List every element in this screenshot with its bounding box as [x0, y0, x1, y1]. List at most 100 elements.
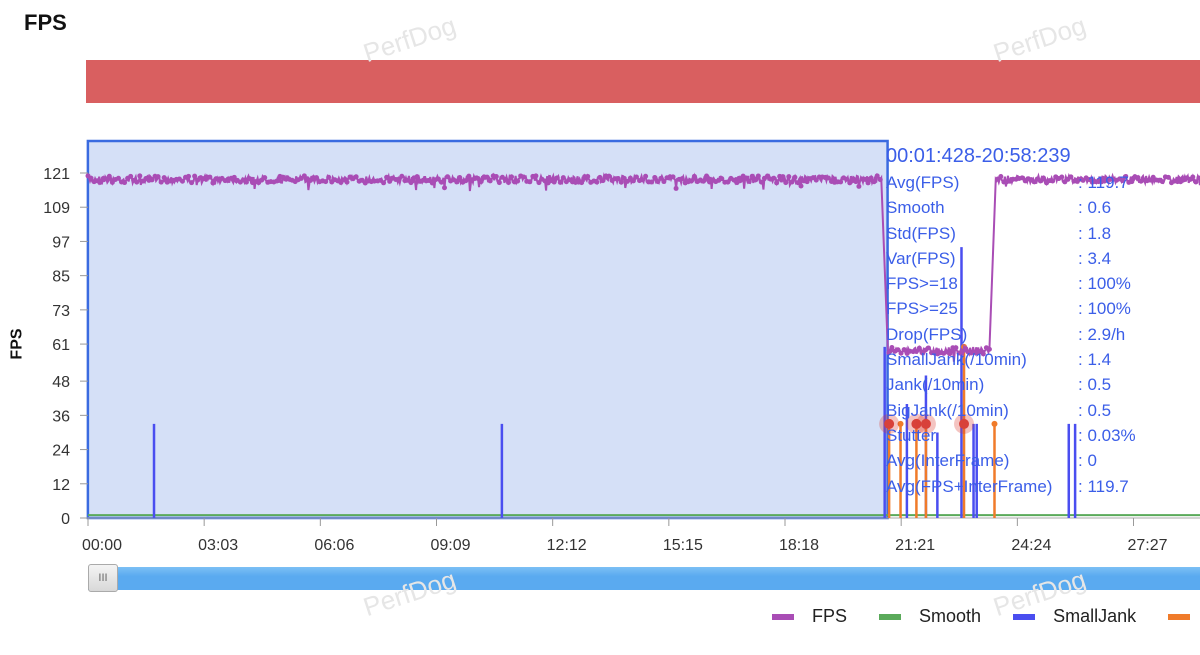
stat-row: Avg(FPS) : 119.7: [886, 170, 1136, 195]
fps-point: [189, 180, 195, 186]
fps-point: [192, 173, 198, 179]
fps-point: [786, 174, 792, 180]
fps-point: [106, 173, 112, 179]
stat-label: FPS>=18: [886, 274, 958, 294]
fps-point: [856, 183, 862, 189]
stat-row: SmallJank(/10min) : 1.4: [886, 347, 1136, 372]
fps-point: [774, 180, 780, 186]
scrollbar-handle[interactable]: III: [88, 564, 118, 592]
fps-point: [606, 173, 612, 179]
y-tick-label: 85: [52, 269, 70, 286]
smooth-swatch-icon: [879, 613, 902, 620]
fps-point: [792, 174, 798, 180]
stat-value: : 119.7: [1078, 476, 1129, 496]
stat-value: : 3.4: [1078, 248, 1112, 268]
fps-point: [414, 174, 420, 180]
stat-row: Var(FPS): 3.4: [886, 246, 1136, 271]
fps-point: [1190, 174, 1196, 180]
fps-point: [314, 175, 320, 181]
stat-label: SmallJank(/10min): [886, 350, 1027, 370]
x-tick-label: 21:21: [895, 537, 935, 554]
fps-point: [557, 179, 563, 185]
stat-label: Stutter: [886, 425, 937, 445]
legend-item-smalljank[interactable]: SmallJank: [1013, 606, 1136, 627]
x-tick-label: 06:06: [314, 537, 354, 554]
stat-label: Avg(FPS): [886, 173, 960, 192]
fps-point: [853, 179, 859, 185]
legend-item-smooth[interactable]: Smooth: [879, 606, 981, 627]
fps-point: [521, 174, 527, 180]
stat-label: Drop(FPS): [886, 324, 968, 344]
fps-point: [323, 179, 329, 185]
fps-point: [122, 180, 128, 186]
stat-label: Avg(InterFrame): [886, 451, 1010, 471]
fps-point: [789, 179, 795, 185]
stat-label: Avg(FPS+InterFrame): [886, 476, 1053, 496]
stat-value: : 1.8: [1078, 223, 1112, 243]
smalljank-swatch-icon: [1013, 613, 1036, 620]
stat-row: Stutter : 0.03%: [886, 423, 1136, 448]
fps-point: [97, 179, 103, 185]
stat-value: : 1.4: [1078, 350, 1112, 370]
fps-point: [326, 174, 332, 180]
fps-point: [838, 179, 844, 185]
x-tick-label: 12:12: [547, 537, 587, 554]
fps-point: [137, 173, 143, 179]
stat-value: : 119.7: [1078, 173, 1129, 192]
fps-point: [649, 179, 655, 185]
fps-point: [704, 173, 710, 179]
fps-point: [551, 179, 557, 185]
stat-label: FPS>=25: [886, 299, 958, 319]
fps-point: [505, 180, 511, 186]
stat-row: Avg(InterFrame): 0: [886, 448, 1136, 473]
fps-point: [353, 174, 359, 180]
legend-item-jank[interactable]: [1168, 613, 1200, 620]
stat-row: FPS>=25 : 100%: [886, 296, 1136, 321]
fps-point: [344, 179, 350, 185]
x-tick-label: 27:27: [1127, 537, 1167, 554]
fps-point: [487, 178, 493, 184]
stat-value: : 100%: [1078, 299, 1131, 319]
y-tick-label: 48: [52, 374, 70, 391]
y-tick-label: 73: [52, 303, 70, 320]
timeline-scrollbar[interactable]: [88, 567, 1200, 590]
fps-point: [780, 174, 786, 180]
fps-point: [737, 178, 743, 184]
x-tick-label: 00:00: [82, 537, 122, 554]
x-tick-label: 18:18: [779, 537, 819, 554]
fps-point: [798, 183, 804, 189]
fps-point: [755, 173, 761, 179]
fps-point: [752, 177, 758, 183]
fps-point: [457, 175, 463, 181]
y-tick-label: 109: [43, 200, 70, 217]
fps-point: [652, 175, 658, 181]
stat-label: Jank(/10min): [886, 375, 985, 395]
fps-point: [161, 175, 167, 181]
fps-point: [871, 179, 877, 185]
stat-row: BigJank(/10min): 0.5: [886, 398, 1136, 423]
y-tick-label: 121: [43, 166, 70, 183]
fps-point: [408, 180, 414, 186]
fps-point: [554, 175, 560, 181]
x-tick-label: 15:15: [663, 537, 703, 554]
fps-point: [134, 179, 140, 185]
y-tick-label: 36: [52, 408, 70, 425]
y-tick-label: 97: [52, 234, 70, 251]
stat-row: Std(FPS): 1.8: [886, 221, 1136, 246]
stat-value: : 0.03%: [1078, 425, 1136, 445]
stat-row: Avg(FPS+InterFrame) : 119.7: [886, 474, 1136, 499]
legend-label: FPS: [812, 606, 848, 626]
fps-point: [496, 180, 502, 186]
fps-point: [865, 180, 871, 186]
fps-point: [442, 185, 448, 191]
fps-point: [210, 180, 216, 186]
fps-point: [493, 173, 499, 179]
legend-item-fps[interactable]: FPS: [772, 606, 847, 627]
fps-point: [691, 173, 697, 179]
legend: FPS Smooth SmallJank: [772, 606, 1200, 627]
fps-point: [533, 173, 539, 179]
fps-swatch-icon: [772, 613, 794, 620]
fps-point: [1165, 174, 1171, 180]
y-tick-label: 24: [52, 443, 70, 460]
fps-point: [186, 173, 192, 179]
